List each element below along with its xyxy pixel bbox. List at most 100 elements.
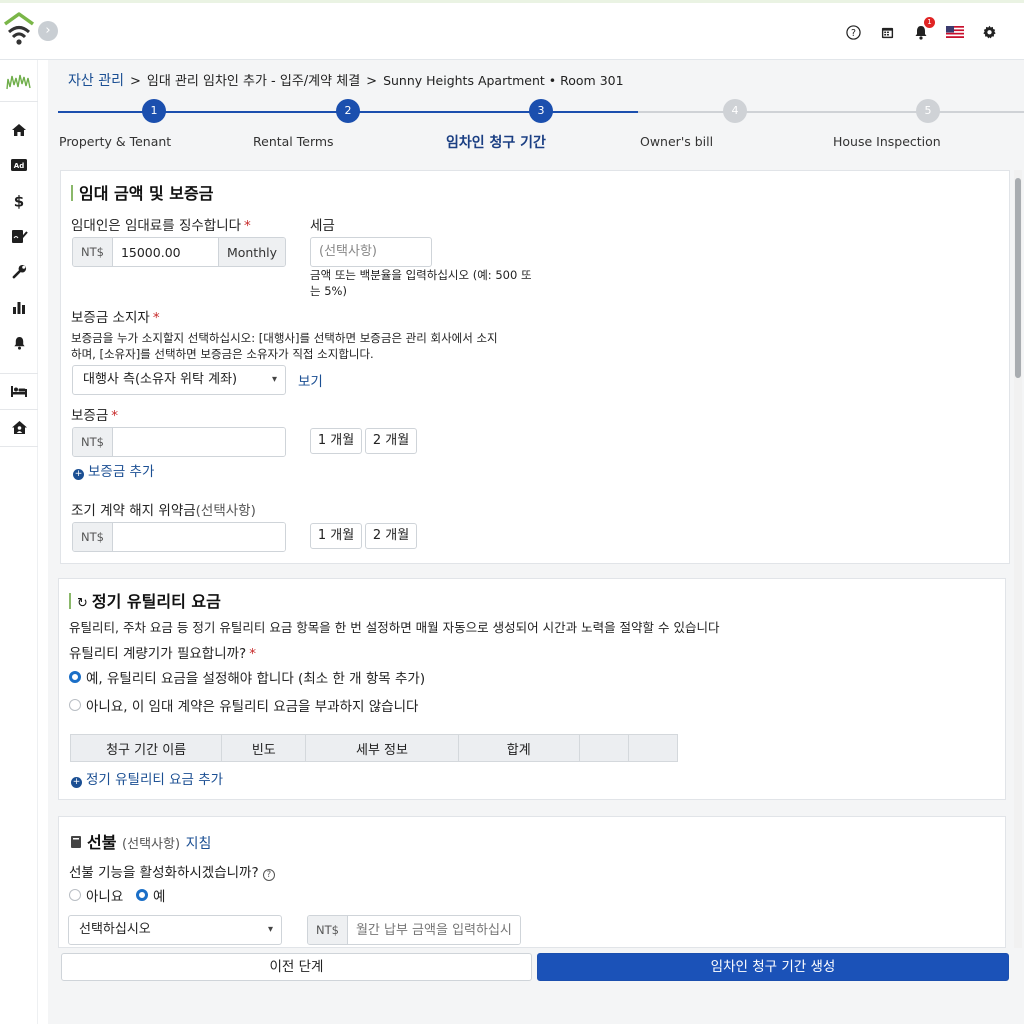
prepay-card: 선불 (선택사항) 지침 선불 기능을 활성화하시겠습니까? ? 아니요 예 선… [58,816,1006,948]
penalty-two-month-button[interactable]: 2 개월 [365,523,417,549]
tax-input[interactable]: (선택사항) [310,237,432,267]
chevron-down-icon: ▾ [267,924,273,935]
step-number: 5 [916,99,940,123]
add-deposit-link[interactable]: + 보증금 추가 [73,460,154,480]
column-billing-name: 청구 기간 이름 [69,734,223,762]
create-billing-button[interactable]: 임차인 청구 기간 생성 [537,953,1009,981]
view-deposit-link[interactable]: 보기 [298,370,323,390]
deposit-amount-group: NT$ [72,427,286,457]
step-property-tenant[interactable]: 1 Property & Tenant [59,99,249,149]
refresh-icon: ↻ [77,596,88,611]
deposit-one-month-button[interactable]: 1 개월 [310,428,362,454]
utility-yes-radio[interactable]: 예, 유틸리티 요금을 설정해야 합니다 (최소 한 개 항목 추가) [69,667,425,687]
step-owners-bill[interactable]: 4 Owner's bill [640,99,830,149]
prepay-guide-link[interactable]: 지침 [186,836,212,852]
breadcrumb-root-link[interactable]: 자산 관리 [68,73,124,89]
house-user-icon[interactable] [0,410,38,446]
step-label: 임차인 청구 기간 [446,135,546,151]
utility-section-title: ↻ 정기 유틸리티 요금 [69,588,221,612]
radio-selected-icon [136,889,148,901]
help-circle-icon[interactable]: ? [262,869,275,881]
wifi-home-logo-icon[interactable] [2,10,36,50]
ad-icon[interactable]: Ad [0,148,38,184]
chevron-down-icon: ▾ [271,374,277,385]
utility-table: 청구 기간 이름 빈도 세부 정보 합계 [69,734,679,762]
prepay-yes-radio[interactable]: 예 [136,885,165,905]
dollar-icon[interactable]: $ [0,183,38,219]
signature-icon[interactable] [0,219,38,255]
radio-empty-icon [69,699,81,711]
wizard-stepper: 1 Property & Tenant 2 Rental Terms 3 임차인… [58,98,1024,158]
step-house-inspection[interactable]: 5 House Inspection [833,99,1023,149]
prepay-type-select[interactable]: 선택하십시오 ▾ [68,915,282,945]
radio-selected-icon [69,671,81,683]
previous-step-button[interactable]: 이전 단계 [61,953,532,981]
gear-icon[interactable] [972,20,1006,44]
column-total: 합계 [457,734,580,762]
bar-chart-icon[interactable] [0,290,38,326]
main-content: 자산 관리 > 임대 관리 임차인 추가 - 입주/계약 체결 > Sunny Heig… [48,60,1024,1024]
prepay-type-value: 선택하십시오 [79,922,151,937]
svg-text:$: $ [14,193,24,209]
scrollbar-thumb[interactable] [1015,178,1021,378]
step-label: Property & Tenant [59,134,172,149]
early-termination-group: NT$ [72,522,286,552]
sidebar: Ad $ [0,60,38,1024]
early-termination-input[interactable] [112,523,285,551]
utility-table-header: 청구 기간 이름 빈도 세부 정보 합계 [69,734,679,762]
step-rental-terms[interactable]: 2 Rental Terms [253,99,443,149]
currency-addon: NT$ [73,238,113,266]
step-number: 2 [336,99,360,123]
step-label: Rental Terms [253,134,334,149]
prepay-amount-group: NT$ [307,915,521,945]
top-toolbar: ? 1 [836,17,1006,44]
radio-empty-icon [69,889,81,901]
utility-no-radio[interactable]: 아니요, 이 임대 계약은 유틸리티 요금을 부과하지 않습니다 [69,695,418,715]
svg-text:Ad: Ad [14,162,24,170]
help-icon[interactable]: ? [836,20,870,44]
step-label: House Inspection [833,134,941,149]
deposit-two-month-button[interactable]: 2 개월 [365,428,417,454]
bell-icon[interactable] [0,325,38,361]
rent-amount-input[interactable] [112,238,218,266]
column-extra [578,734,629,762]
column-frequency: 빈도 [221,734,307,762]
wrench-icon[interactable] [0,254,38,290]
calendar-icon[interactable] [870,20,904,44]
rent-label: 임대인은 임대료를 징수합니다 * [71,218,251,234]
step-tenant-billing[interactable]: 3 임차인 청구 기간 [446,99,636,151]
bed-icon[interactable] [0,374,38,410]
us-flag-icon[interactable] [938,20,972,44]
svg-text:?: ? [851,27,856,38]
currency-addon: NT$ [73,523,113,551]
deposit-amount-input[interactable] [112,428,285,456]
add-utility-charge-link[interactable]: + 정기 유틸리티 요금 추가 [71,768,223,788]
currency-addon: NT$ [73,428,113,456]
step-label: Owner's bill [640,134,714,149]
prepay-section-title: 선불 (선택사항) 지침 [71,829,211,853]
deposit-label: 보증금 * [71,408,119,424]
plus-circle-icon: + [73,469,84,480]
deposit-holder-select[interactable]: 대행사 측(소유자 위탁 계좌) ▾ [72,365,286,395]
scrollbar[interactable] [1014,170,1022,948]
step-number: 4 [723,99,747,123]
notification-count-badge: 1 [924,17,935,28]
home-icon[interactable] [0,112,38,148]
tax-label: 세금 [310,218,335,234]
plus-circle-icon: + [71,777,82,788]
deposit-holder-value: 대행사 측(소유자 위탁 계좌) [83,372,238,387]
utility-card: ↻ 정기 유틸리티 요금 유틸리티, 주차 요금 등 정기 유틸리티 요금 항목을… [58,578,1006,800]
prepay-no-radio[interactable]: 아니요 [69,885,123,905]
meter-question-label: 유틸리티 계량기가 필요합니까? * [69,646,256,662]
top-accent-line [0,0,1024,3]
deposit-holder-description: 보증금을 누가 소지할지 선택하십시오: [대행사]를 선택하면 보증금은 관리… [71,331,498,361]
currency-addon: NT$ [308,916,348,944]
rent-period-button[interactable]: Monthly [217,238,285,266]
penalty-one-month-button[interactable]: 1 개월 [310,523,362,549]
rent-section-title: 임대 금액 및 보증금 [71,180,213,204]
rent-amount-group: NT$ Monthly [72,237,286,267]
sidebar-toggle-button[interactable]: › [38,21,58,41]
breadcrumb-property: Sunny Heights Apartment • Room 301 [383,73,624,88]
notification-bell-button[interactable]: 1 [904,17,938,44]
prepay-amount-input[interactable] [347,916,520,944]
